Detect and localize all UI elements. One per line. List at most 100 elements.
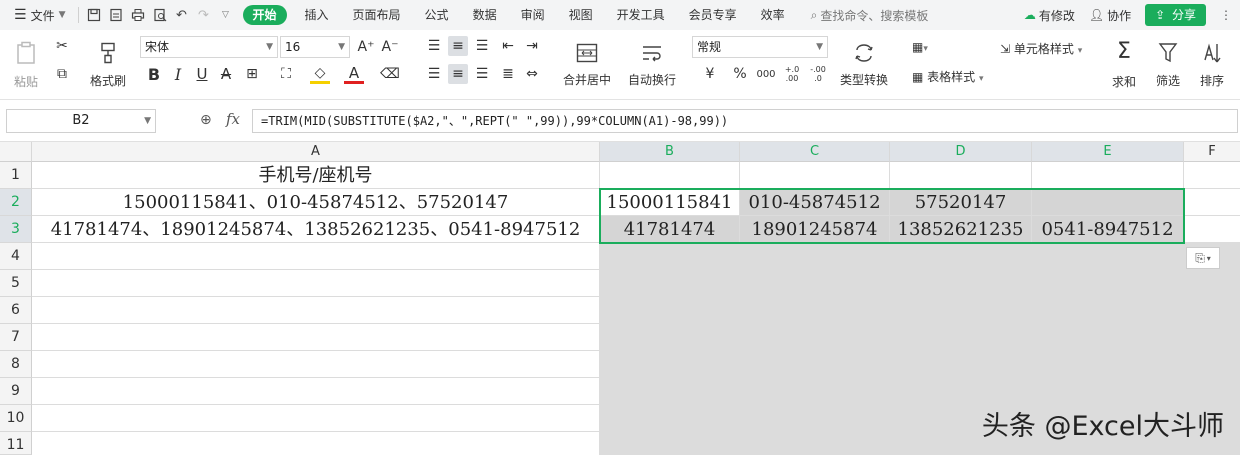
row-header-9[interactable]: 9 [0,378,32,405]
justify-icon[interactable]: ≣ [498,64,518,84]
font-size-select[interactable]: 16 ▼ [280,36,350,58]
align-right-icon[interactable]: ☰ [472,64,492,84]
zoom-formula-icon[interactable]: ⊕ [200,112,212,128]
row-header-8[interactable]: 8 [0,351,32,378]
share-button[interactable]: ⇪ 分享 [1145,4,1206,26]
cell-e3[interactable]: 0541-8947512 [1032,216,1184,243]
tab-insert[interactable]: 插入 [293,0,341,30]
customize-toolbar-icon[interactable]: ▽ [215,4,237,26]
cell-a1[interactable]: 手机号/座机号 [32,162,600,189]
align-left-icon[interactable]: ☰ [424,64,444,84]
tab-view[interactable]: 视图 [557,0,605,30]
print-icon[interactable] [127,4,149,26]
export-pdf-icon[interactable] [105,4,127,26]
tab-developer[interactable]: 开发工具 [605,0,677,30]
cell-d2[interactable]: 57520147 [890,189,1032,216]
save-icon[interactable] [83,4,105,26]
undo-icon[interactable]: ↶ [171,4,193,26]
row-header-4[interactable]: 4 [0,243,32,270]
decrease-decimal-icon[interactable]: -.00 .0 [806,64,830,84]
row-header-6[interactable]: 6 [0,297,32,324]
paste-options-button[interactable]: ⎘▾ [1186,247,1220,269]
number-format-select[interactable]: 常规 ▼ [692,36,828,58]
tab-review[interactable]: 审阅 [509,0,557,30]
more-options-icon[interactable]: ⋮ [1220,8,1232,22]
increase-decimal-icon[interactable]: +.0 .00 [780,64,804,84]
distributed-icon[interactable]: ⇔ [522,64,542,84]
font-name-select[interactable]: 宋体 ▼ [140,36,278,58]
column-header-e[interactable]: E [1032,142,1184,162]
cell-a3[interactable]: 41781474、18901245874、13852621235、0541-89… [32,216,600,243]
copy-icon[interactable]: ⧉ [52,64,72,84]
align-center-icon[interactable]: ≡ [448,64,468,84]
table-style-button[interactable]: ▦ 表格样式 ▾ [912,68,984,85]
align-top-icon[interactable]: ☰ [424,36,444,56]
column-header-a[interactable]: A [32,142,600,162]
print-preview-icon[interactable] [149,4,171,26]
cell-d1[interactable] [890,162,1032,189]
row-header-5[interactable]: 5 [0,270,32,297]
clear-format-icon[interactable]: ⌫ [380,64,400,84]
row-header-3[interactable]: 3 [0,216,32,243]
cell-c3[interactable]: 18901245874 [740,216,890,243]
cell-c1[interactable] [740,162,890,189]
tab-data[interactable]: 数据 [461,0,509,30]
row-header-10[interactable]: 10 [0,405,32,432]
type-convert-button[interactable]: 类型转换 [834,36,894,94]
tab-efficiency[interactable]: 效率 [749,0,797,30]
cell-a2[interactable]: 15000115841、010-45874512、57520147 [32,189,600,216]
cell-c2[interactable]: 010-45874512 [740,189,890,216]
cell-f3[interactable] [1184,216,1240,243]
cell-b2[interactable]: 15000115841 [600,189,740,216]
fill-pattern-icon[interactable]: ⛶ [276,64,296,84]
borders-icon[interactable]: ⊞ [242,64,262,84]
indent-decrease-icon[interactable]: ⇤ [498,36,518,56]
cell-e2[interactable] [1032,189,1184,216]
format-painter-button[interactable]: 格式刷 [86,36,130,94]
align-bottom-icon[interactable]: ☰ [472,36,492,56]
filter-button[interactable]: 筛选 [1148,36,1188,94]
cell-f2[interactable] [1184,189,1240,216]
row-header-11[interactable]: 11 [0,432,32,455]
increase-font-icon[interactable]: A⁺ [356,37,376,57]
cell-b3[interactable]: 41781474 [600,216,740,243]
merge-center-button[interactable]: 合并居中 [556,36,618,94]
tab-formulas[interactable]: 公式 [413,0,461,30]
formula-input[interactable]: =TRIM(MID(SUBSTITUTE($A2,"、",REPT(" ",99… [252,109,1238,133]
wrap-text-button[interactable]: 自动换行 [624,36,680,94]
decrease-font-icon[interactable]: A⁻ [380,37,400,57]
cell-style-button[interactable]: ⇲ 单元格样式 ▾ [1000,40,1082,57]
column-header-c[interactable]: C [740,142,890,162]
file-menu[interactable]: ☰ 文件 ▼ [0,0,74,30]
fill-color-icon[interactable]: ◇ [310,64,330,84]
cell-b1[interactable] [600,162,740,189]
indent-increase-icon[interactable]: ⇥ [522,36,542,56]
column-header-b[interactable]: B [600,142,740,162]
conditional-format-button[interactable]: ▦▾ [912,40,928,54]
underline-icon[interactable]: U [192,64,212,84]
italic-icon[interactable]: I [168,64,188,84]
tab-member[interactable]: 会员专享 [677,0,749,30]
percent-icon[interactable]: % [730,64,750,84]
fx-icon[interactable]: fx [226,110,240,128]
cell-e1[interactable] [1032,162,1184,189]
bold-icon[interactable]: B [144,64,164,84]
redo-icon[interactable]: ↷ [193,4,215,26]
font-color-icon[interactable]: A [344,64,364,84]
row-header-2[interactable]: 2 [0,189,32,216]
sum-button[interactable]: Σ 求和 [1104,36,1144,94]
strikethrough-icon[interactable]: A [216,64,236,84]
row-header-7[interactable]: 7 [0,324,32,351]
currency-icon[interactable]: ¥ [696,64,724,84]
column-header-d[interactable]: D [890,142,1032,162]
sort-button[interactable]: 排序 [1192,36,1232,94]
tab-home[interactable]: 开始 [243,5,287,25]
has-changes-button[interactable]: ☁ 有修改 [1024,7,1075,24]
collaborate-button[interactable]: 👤︎ 协作 [1089,7,1131,24]
tab-page-layout[interactable]: 页面布局 [341,0,413,30]
command-search[interactable]: ⌕ 查找命令、搜索模板 [811,7,929,24]
column-header-f[interactable]: F [1184,142,1240,162]
cell-f1[interactable] [1184,162,1240,189]
name-box[interactable]: B2 ▼ [6,109,156,133]
align-middle-icon[interactable]: ≡ [448,36,468,56]
